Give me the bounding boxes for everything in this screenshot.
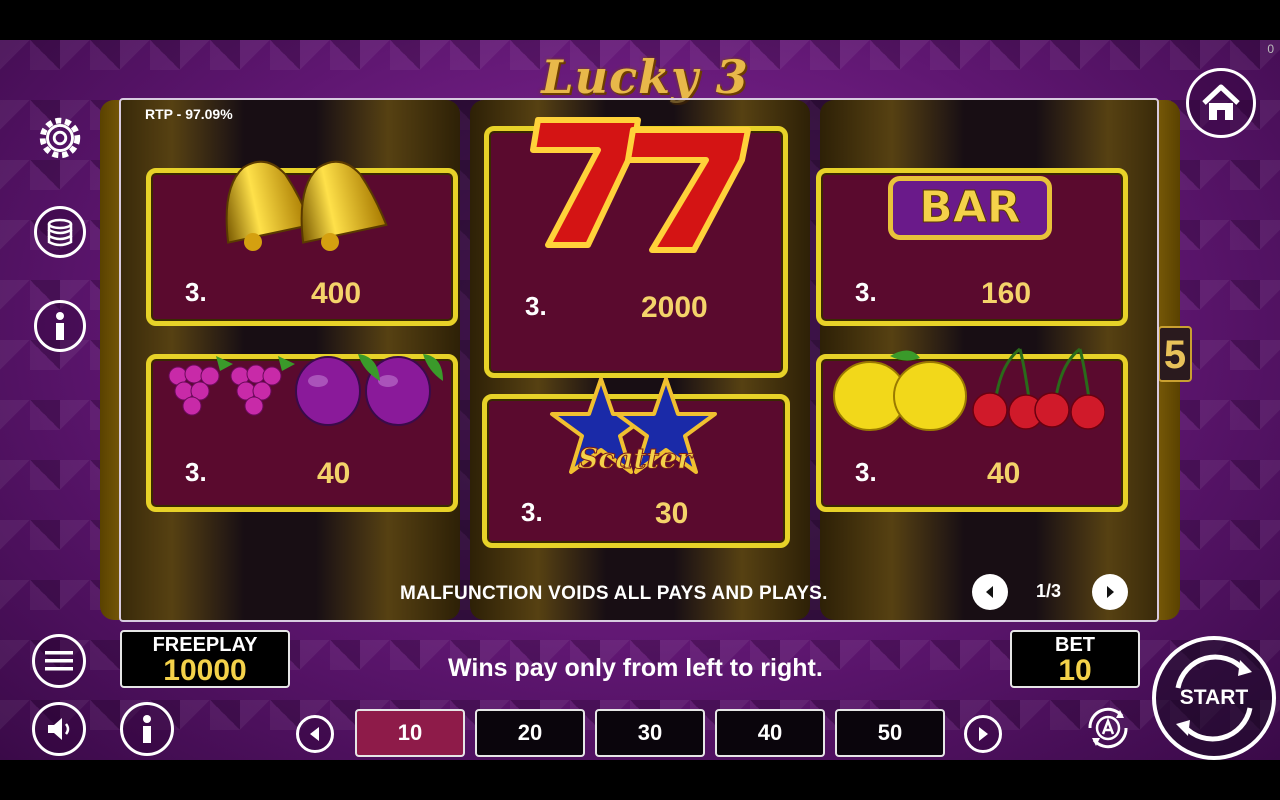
info-button-top[interactable] [34, 300, 86, 352]
scatter-symbol-text: Scatter [578, 442, 693, 476]
reel-edge-digit: 5 [1158, 326, 1192, 382]
chevron-left-icon [986, 586, 993, 598]
menu-icon [45, 651, 73, 671]
lemons-cherries-value: 40 [987, 457, 1021, 490]
freeplay-box: FREEPLAY 10000 [120, 630, 290, 688]
wins-info-text: Wins pay only from left to right. [448, 654, 823, 682]
bet-value: 10 [1058, 654, 1092, 687]
bells-icon [225, 160, 388, 251]
scatter-value: 30 [655, 497, 689, 530]
bet-option-4[interactable]: 50 [835, 709, 945, 757]
coins-stack-icon [47, 218, 73, 247]
start-button[interactable]: START [1152, 636, 1276, 760]
spin-arrows-icon [1175, 654, 1253, 742]
chevron-left-icon [310, 727, 319, 741]
settings-button[interactable] [34, 112, 86, 164]
bells-count: 3. [185, 277, 207, 307]
speaker-icon [48, 718, 70, 740]
grapes-plums-icon [168, 354, 443, 426]
autoplay-button[interactable] [1080, 700, 1136, 756]
page-indicator: 1/3 [1036, 581, 1062, 601]
bells-value: 400 [311, 277, 362, 310]
sevens-value: 2000 [641, 291, 708, 324]
scatter-count: 3. [521, 497, 543, 527]
chevron-right-icon [1107, 586, 1114, 598]
bet-option-1[interactable]: 20 [475, 709, 585, 757]
paytable-next-button[interactable] [1092, 574, 1128, 610]
lemons-cherries-count: 3. [855, 457, 877, 487]
lemons-cherries-icon [833, 347, 1105, 431]
info-button-bottom[interactable] [120, 702, 174, 756]
bet-option-2[interactable]: 30 [595, 709, 705, 757]
paytable-prev-button[interactable] [972, 574, 1008, 610]
bet-box: BET 10 [1010, 630, 1140, 688]
bet-next-button[interactable] [964, 715, 1002, 753]
grapes-plums-count: 3. [185, 457, 207, 487]
info-icon [143, 715, 151, 743]
corner-counter: 0 [1267, 42, 1274, 56]
sevens-count: 3. [525, 291, 547, 321]
chevron-right-icon [979, 727, 988, 741]
bet-option-0[interactable]: 10 [355, 709, 465, 757]
menu-button[interactable] [32, 634, 86, 688]
bet-option-3[interactable]: 40 [715, 709, 825, 757]
info-icon [56, 312, 64, 340]
freeplay-label: FREEPLAY [152, 634, 258, 656]
coins-button[interactable] [34, 206, 86, 258]
bar-value: 160 [981, 277, 1032, 310]
autoplay-icon [1088, 707, 1128, 749]
home-icon [1202, 84, 1240, 120]
rtp-label: RTP - 97.09% [145, 106, 233, 122]
malfunction-notice: MALFUNCTION VOIDS ALL PAYS AND PLAYS. [400, 583, 828, 604]
bar-count: 3. [855, 277, 877, 307]
home-button[interactable] [1186, 68, 1256, 138]
bet-label: BET [1055, 634, 1095, 656]
grapes-plums-value: 40 [317, 457, 351, 490]
bar-symbol: BAR [888, 176, 1052, 240]
freeplay-value: 10000 [163, 654, 247, 687]
bet-prev-button[interactable] [296, 715, 334, 753]
sound-button[interactable] [32, 702, 86, 756]
double-seven-icon [530, 117, 751, 253]
gear-icon [39, 117, 81, 159]
